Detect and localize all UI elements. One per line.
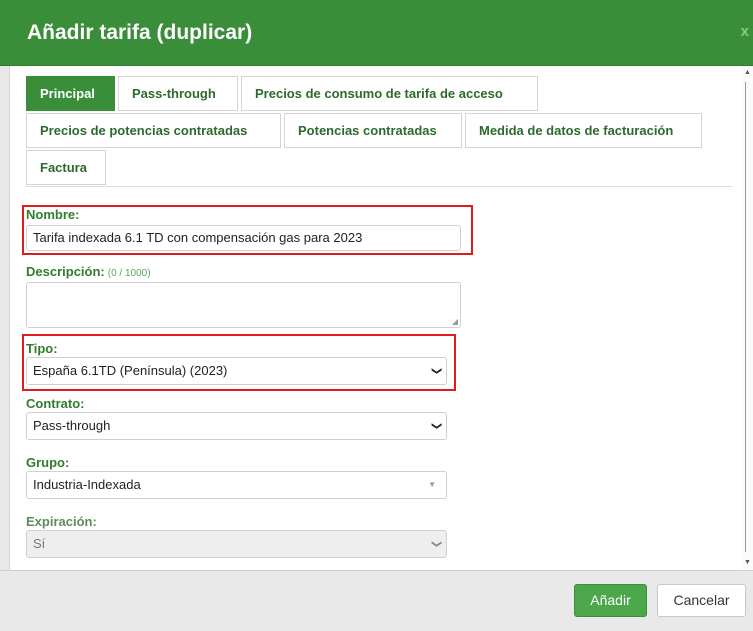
descripcion-label: Descripción: (0 / 1000) xyxy=(26,264,151,279)
tab-precios-potencias[interactable]: Precios de potencias contratadas xyxy=(26,113,281,148)
tab-medida-datos[interactable]: Medida de datos de facturación xyxy=(465,113,702,148)
nombre-label: Nombre: xyxy=(26,207,80,222)
expiracion-select: Sí ❯ xyxy=(26,530,447,558)
grupo-select-value: Industria-Indexada xyxy=(33,477,141,492)
tab-precios-consumo[interactable]: Precios de consumo de tarifa de acceso xyxy=(241,76,538,111)
descripcion-textarea[interactable]: ◢ xyxy=(26,282,461,328)
dialog-title: Añadir tarifa (duplicar) xyxy=(27,21,253,44)
resize-grip-icon[interactable]: ◢ xyxy=(452,318,458,326)
tipo-select-value: España 6.1TD (Península) (2023) xyxy=(33,363,228,378)
dialog-footer: Añadir Cancelar xyxy=(0,570,753,631)
tipo-label: Tipo: xyxy=(26,341,58,356)
tab-principal[interactable]: Principal xyxy=(26,76,115,111)
contrato-select-value: Pass-through xyxy=(33,418,111,433)
cancel-button[interactable]: Cancelar xyxy=(657,584,746,617)
expiracion-label: Expiración: xyxy=(26,514,97,529)
chevron-down-icon: ❯ xyxy=(430,366,442,376)
tab-pass-through[interactable]: Pass-through xyxy=(118,76,238,111)
dialog-left-edge xyxy=(0,66,10,570)
dropdown-triangle-icon: ▼ xyxy=(428,480,436,489)
dialog-titlebar: Añadir tarifa (duplicar) x xyxy=(0,0,753,66)
tab-bar: Principal Pass-through Precios de consum… xyxy=(26,76,732,187)
tab-potencias-contratadas[interactable]: Potencias contratadas xyxy=(284,113,462,148)
content-scrollbar[interactable]: ▲ ▼ xyxy=(742,66,753,570)
descripcion-char-counter: (0 / 1000) xyxy=(107,268,151,279)
scrollbar-thumb[interactable] xyxy=(745,82,750,552)
scroll-down-arrow-icon[interactable]: ▼ xyxy=(744,559,751,566)
tipo-select[interactable]: España 6.1TD (Península) (2023) ❯ xyxy=(26,357,447,385)
chevron-down-icon: ❯ xyxy=(430,539,442,549)
expiracion-select-value: Sí xyxy=(33,536,46,551)
scroll-up-arrow-icon[interactable]: ▲ xyxy=(744,69,751,76)
tab-factura[interactable]: Factura xyxy=(26,150,106,185)
grupo-select[interactable]: Industria-Indexada ▼ xyxy=(26,471,447,499)
add-button[interactable]: Añadir xyxy=(574,584,647,617)
grupo-label: Grupo: xyxy=(26,455,70,470)
contrato-label: Contrato: xyxy=(26,396,85,411)
chevron-down-icon: ❯ xyxy=(430,421,442,431)
nombre-input[interactable]: Tarifa indexada 6.1 TD con compensación … xyxy=(26,225,461,251)
close-icon[interactable]: x xyxy=(741,23,749,40)
contrato-select[interactable]: Pass-through ❯ xyxy=(26,412,447,440)
descripcion-label-text: Descripción: xyxy=(26,264,105,279)
